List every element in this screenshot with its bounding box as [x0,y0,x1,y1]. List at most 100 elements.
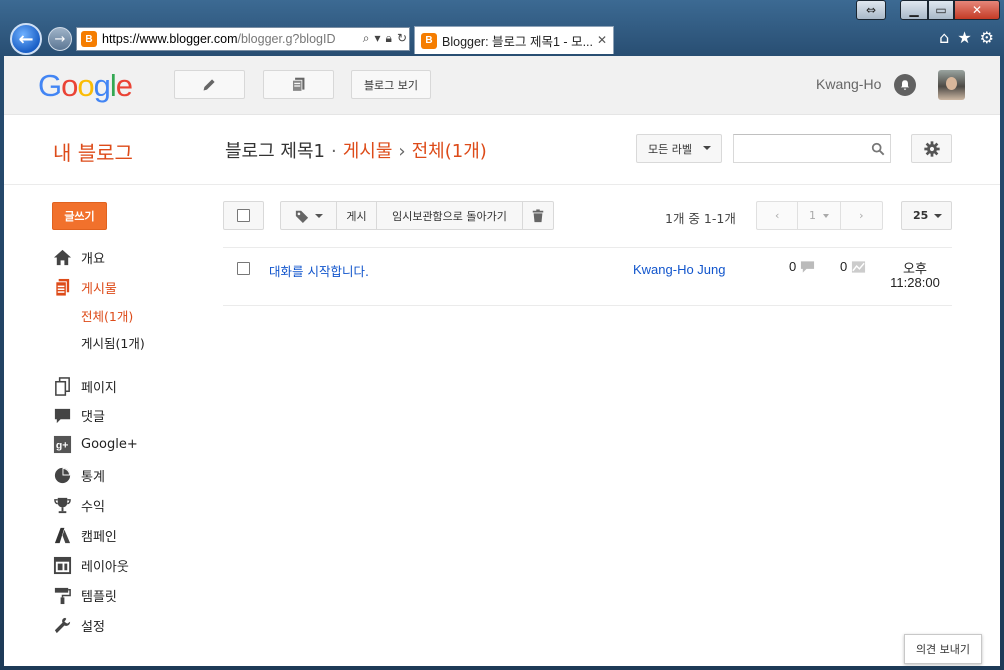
select-all-checkbox-button[interactable] [223,201,264,230]
sidebar-item-campaigns[interactable]: 캠페인 [52,525,117,545]
page-number: 1 [809,209,816,222]
per-page-dropdown[interactable]: 25 [901,201,952,230]
home-icon[interactable]: ⌂ [939,28,949,47]
comment-icon [52,405,72,425]
chevron-right-icon[interactable]: › [841,202,882,229]
sidebar-item-label: 수익 [81,499,105,515]
address-bar[interactable]: B https://www.blogger.com/blogger.g?blog… [76,27,410,51]
google-plus-icon: g+ [52,434,72,454]
revert-to-draft-button[interactable]: 임시보관함으로 돌아가기 [377,202,523,229]
page-number-dropdown[interactable]: 1 [798,202,841,229]
sidebar-subitem-all[interactable]: 전체(1개) [81,306,133,325]
view-blog-button[interactable]: 블로그 보기 [351,70,431,99]
delete-button[interactable] [523,202,553,229]
chevron-left-icon[interactable]: ‹ [757,202,799,229]
breadcrumb-all[interactable]: 전체(1개) [412,141,487,162]
google-bar: Google 블로그 보기 Kwang-Ho [4,56,1000,115]
google-logo[interactable]: Google [38,68,133,104]
comment-count: 0 [789,259,815,274]
avatar[interactable] [938,70,965,100]
browser-tab[interactable]: B Blogger: 블로그 제목1 - 모... ✕ [414,26,614,54]
notification-bell-icon[interactable] [894,74,916,96]
breadcrumb-separator: · [330,141,337,162]
minimize-button[interactable]: ▁ [900,0,928,20]
posts-icon [292,77,305,92]
logo-letter: o [77,68,94,103]
sidebar-item-overview[interactable]: 개요 [52,247,105,267]
chevron-down-icon [703,146,711,150]
lock-icon[interactable]: 🔒︎ [386,31,392,46]
my-blog-link[interactable]: 내 블로그 [53,137,133,166]
dropdown-icon[interactable]: ▾ [375,31,381,46]
url-path: /blogger.g?blogID [237,32,336,46]
label-filter-dropdown[interactable]: 모든 라벨 [636,134,722,163]
tag-icon [295,210,308,223]
post-author-link[interactable]: Kwang-Ho Jung [633,262,726,277]
per-page-value: 25 [913,209,929,222]
close-tab-icon[interactable]: ✕ [597,33,607,47]
sidebar-item-earnings[interactable]: 수익 [52,495,105,515]
select-all-checkbox[interactable] [237,209,250,222]
restore-size-icon[interactable]: ⇔ [856,0,886,20]
publish-button[interactable]: 게시 [337,202,377,229]
sidebar-item-template[interactable]: 템플릿 [52,585,117,605]
row-checkbox[interactable] [237,262,250,275]
sidebar-item-posts[interactable]: 게시물 [52,277,117,297]
table-row[interactable]: 대화를 시작합니다. Kwang-Ho Jung 0 0 오후 11:28:00 [223,247,952,306]
browser-icons: ⌂ ★ ⚙ [939,28,994,47]
label-filter-value: 모든 라벨 [648,142,692,156]
page-viewport: Google 블로그 보기 Kwang-Ho 내 블로그 블로그 제목1 · 게시물… [4,56,1000,666]
new-post-button[interactable]: 글쓰기 [52,202,107,230]
sidebar-item-google-plus[interactable]: g+ Google+ [52,434,138,454]
favorites-star-icon[interactable]: ★ [957,28,971,47]
new-post-pencil-button[interactable] [174,70,245,99]
result-count: 1개 중 1-1개 [665,211,736,226]
sidebar-item-comments[interactable]: 댓글 [52,405,105,425]
post-title-link[interactable]: 대화를 시작합니다. [269,261,369,280]
adwords-icon [52,525,72,545]
search-icon[interactable]: ⌕ [363,31,370,46]
breadcrumb: 블로그 제목1 · 게시물 › 전체(1개) [225,137,487,163]
chevron-down-icon [934,214,942,218]
logo-letter: g [93,68,111,103]
posts-list-button[interactable] [263,70,334,99]
breadcrumb-posts[interactable]: 게시물 [343,141,393,162]
post-date-time: 11:28:00 [890,275,940,290]
chevron-down-icon [314,213,323,218]
sidebar-item-settings[interactable]: 설정 [52,615,105,635]
forward-button[interactable]: → [48,27,72,51]
send-feedback-button[interactable]: 의견 보내기 [904,634,982,664]
search-input[interactable] [733,134,891,163]
layout-icon [52,555,72,575]
blog-title[interactable]: 블로그 제목1 [225,141,325,162]
settings-button[interactable] [911,134,952,163]
breadcrumb-separator: › [398,141,406,162]
tools-gear-icon[interactable]: ⚙ [980,28,994,47]
sidebar-item-stats[interactable]: 통계 [52,465,105,485]
view-count-value: 0 [840,259,848,274]
maximize-button[interactable]: ▭ [928,0,954,20]
pages-icon [52,376,72,396]
sidebar-subitem-published[interactable]: 게시됨(1개) [81,333,145,352]
stats-icon [52,465,72,485]
logo-letter: G [38,68,62,103]
sidebar-item-pages[interactable]: 페이지 [52,376,117,396]
label-action-button[interactable] [281,202,337,229]
refresh-icon[interactable]: ↻ [397,31,407,46]
sidebar-item-layout[interactable]: 레이아웃 [52,555,129,575]
search-icon[interactable] [871,142,885,156]
window-controls: ⇔ ▁ ▭ ✕ [856,0,1000,20]
user-name[interactable]: Kwang-Ho [816,76,881,92]
pencil-icon [203,79,215,91]
sidebar-item-label: 개요 [81,251,105,267]
sidebar-item-label: 게시물 [81,281,117,297]
close-button[interactable]: ✕ [954,0,1000,20]
comment-icon [801,261,815,273]
back-button[interactable]: ← [10,23,42,55]
tab-title: Blogger: 블로그 제목1 - 모... [442,35,593,49]
chevron-down-icon [823,213,829,218]
logo-letter: o [61,68,78,103]
sidebar-item-label: 댓글 [81,409,105,425]
stats-chart-icon [852,261,866,273]
logo-letter: e [115,68,133,103]
